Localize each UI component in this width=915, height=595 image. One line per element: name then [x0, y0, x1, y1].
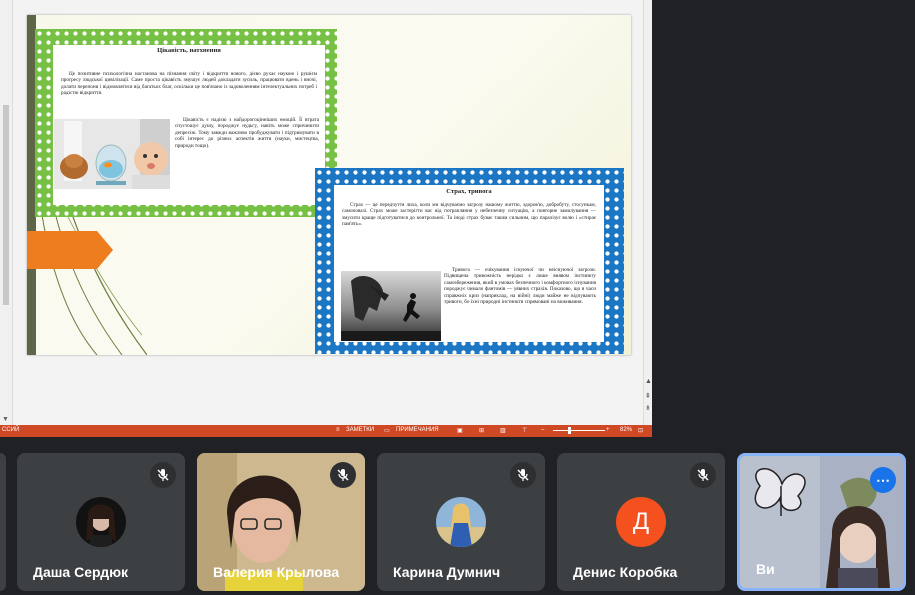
fit-slide-icon[interactable]: ⊡: [638, 427, 643, 434]
zoom-slider-thumb[interactable]: [568, 427, 571, 434]
editor-scrollbar[interactable]: ▲ ⇞ ⇟: [643, 0, 652, 425]
mic-off-icon: [690, 462, 716, 488]
participant-tile-partial: [0, 453, 6, 591]
avatar-initial: Д: [616, 497, 666, 547]
scroll-down-icon[interactable]: ▼: [2, 416, 9, 423]
participant-name: Валерия Крылова: [213, 564, 340, 580]
shadow-runner-photo: [341, 271, 441, 341]
blue-polka-frame: Страх, тривога Страх — це передчуття лих…: [315, 168, 624, 354]
notes-icon[interactable]: ≡: [336, 427, 340, 433]
scroll-up-icon[interactable]: ▲: [645, 378, 652, 385]
participant-name: Даша Сердюк: [33, 564, 129, 580]
slide: Цікавість, натхнення Це позитивне психол…: [27, 15, 631, 355]
zoom-level[interactable]: 82%: [620, 427, 632, 433]
prev-slide-icon[interactable]: ⇞: [645, 392, 651, 400]
participant-tile[interactable]: Карина Думнич: [377, 453, 545, 591]
reading-view-icon[interactable]: ▥: [500, 427, 506, 434]
mic-off-icon: [150, 462, 176, 488]
notes-button[interactable]: ЗАМЕТКИ: [346, 427, 374, 433]
fear-title: Страх, тривога: [446, 188, 492, 195]
zoom-in-icon[interactable]: +: [606, 427, 610, 433]
slide-sorter-icon[interactable]: ⊞: [479, 427, 484, 434]
participant-tile[interactable]: Даша Сердюк: [17, 453, 185, 591]
self-participant-tile[interactable]: ⋯ Ви: [737, 453, 906, 591]
fear-paragraph-1: Страх — це передчуття лиха, коли ми відч…: [342, 202, 596, 228]
participant-tile[interactable]: Валерия Крылова: [197, 453, 365, 591]
comments-button[interactable]: ПРИМЕЧАНИЯ: [396, 427, 439, 433]
curiosity-card: Цікавість, натхнення Це позитивне психол…: [53, 45, 325, 205]
slideshow-icon[interactable]: ⊤: [522, 427, 527, 434]
curiosity-title: Цікавість, натхнення: [157, 47, 221, 54]
scrollbar-thumb[interactable]: [3, 105, 9, 305]
language-indicator[interactable]: ССИЙ: [2, 427, 19, 433]
shared-screen: ▼ Цікавість, натхнення Це позитивне псих…: [0, 0, 652, 437]
curiosity-paragraph-1: Це позитивне психологічна настанова на п…: [61, 71, 317, 97]
zoom-slider[interactable]: [553, 430, 605, 431]
next-slide-icon[interactable]: ⇟: [645, 404, 651, 412]
orange-arrow-shape: [27, 231, 113, 269]
mic-off-icon: [330, 462, 356, 488]
curiosity-paragraph-2: Цікавість є надією з найдорогоцінніших е…: [175, 117, 319, 149]
avatar: [436, 497, 486, 547]
comments-icon[interactable]: ▭: [384, 427, 390, 434]
participant-name: Ви: [756, 561, 775, 577]
slides-pane-scrollbar[interactable]: ▼: [0, 0, 13, 425]
fear-paragraph-2: Тривога — очікування існуючої чи неісную…: [444, 267, 596, 306]
fear-card: Страх, тривога Страх — це передчуття лих…: [334, 185, 604, 342]
participant-tile[interactable]: Д Денис Коробка: [557, 453, 725, 591]
powerpoint-editor-area: ▼ Цікавість, натхнення Це позитивне псих…: [0, 0, 652, 425]
zoom-out-icon[interactable]: –: [541, 427, 544, 433]
mic-off-icon: [510, 462, 536, 488]
green-polka-frame: Цікавість, натхнення Це позитивне психол…: [35, 29, 337, 217]
participant-name: Карина Думнич: [393, 564, 501, 580]
cat-baby-photo: [54, 119, 170, 189]
avatar: [76, 497, 126, 547]
powerpoint-status-bar: ССИЙ ≡ ЗАМЕТКИ ▭ ПРИМЕЧАНИЯ ▣ ⊞ ▥ ⊤ – + …: [0, 425, 652, 437]
participant-name: Денис Коробка: [573, 564, 678, 580]
more-options-icon[interactable]: ⋯: [870, 467, 896, 493]
normal-view-icon[interactable]: ▣: [457, 427, 463, 434]
